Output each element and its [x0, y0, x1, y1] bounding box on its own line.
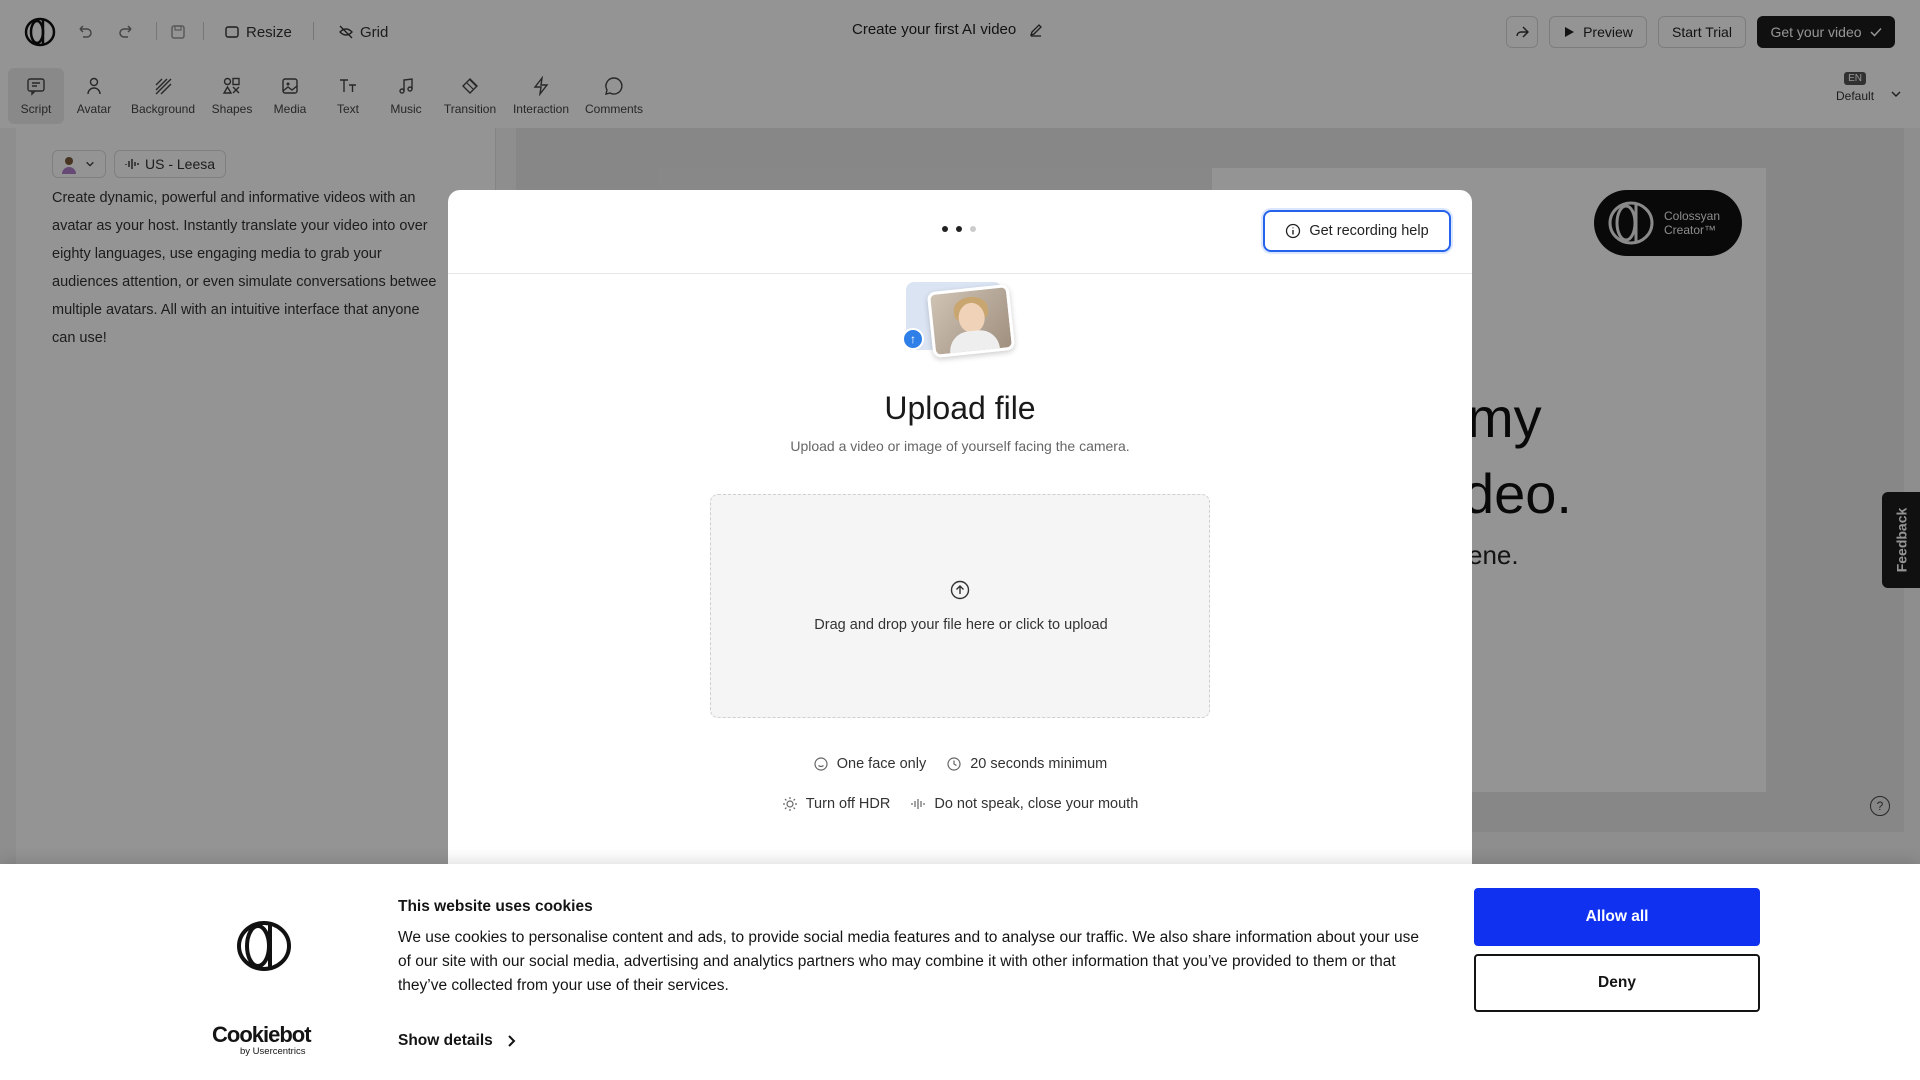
- allow-all-button[interactable]: Allow all: [1474, 888, 1760, 946]
- upload-icon: [950, 580, 970, 600]
- requirements-row: One face only 20 seconds minimum: [448, 756, 1472, 772]
- recording-help-label: Get recording help: [1309, 223, 1429, 239]
- waveform-icon: [911, 799, 925, 809]
- step-dot: [942, 226, 948, 232]
- upload-illustration: ↑: [902, 278, 1016, 359]
- clock-icon: [947, 757, 961, 771]
- upload-modal: Get recording help ↑ Upload file Upload …: [448, 190, 1472, 890]
- requirement-label: Do not speak, close your mouth: [934, 796, 1139, 812]
- modal-subtitle: Upload a video or image of yourself faci…: [790, 438, 1130, 454]
- requirements-row: Turn off HDR Do not speak, close your mo…: [448, 796, 1472, 812]
- step-indicator: [942, 226, 976, 232]
- cookiebot-brand: Cookiebot: [212, 1022, 312, 1047]
- site-logo-icon: [237, 921, 291, 971]
- cookiebot-logo[interactable]: Cookiebot by Usercentrics: [212, 1022, 322, 1058]
- requirement-label: One face only: [836, 756, 927, 772]
- chevron-right-icon: [508, 1035, 516, 1047]
- info-icon: [1286, 223, 1301, 239]
- requirement-item: Do not speak, close your mouth: [910, 796, 1138, 812]
- illustration-body: [948, 328, 1002, 359]
- cookie-banner: Cookiebot by Usercentrics This website u…: [0, 864, 1920, 1080]
- cookie-body: We use cookies to personalise content an…: [398, 929, 1420, 994]
- face-icon: [814, 757, 828, 771]
- requirement-item: Turn off HDR: [782, 796, 891, 812]
- requirement-item: 20 seconds minimum: [946, 756, 1107, 772]
- cookiebot-brand-sub: by Usercentrics: [240, 1046, 306, 1057]
- modal-title: Upload file: [884, 390, 1036, 426]
- step-dot: [970, 226, 976, 232]
- requirement-label: Turn off HDR: [805, 796, 891, 812]
- deny-button[interactable]: Deny: [1474, 954, 1760, 1012]
- dropzone-text: Drag and drop your file here or click to…: [814, 617, 1108, 633]
- upload-dropzone[interactable]: Drag and drop your file here or click to…: [710, 494, 1210, 718]
- show-details-link[interactable]: Show details: [398, 1032, 517, 1050]
- sun-icon: [782, 797, 797, 811]
- recording-help-button[interactable]: Get recording help: [1263, 210, 1451, 252]
- step-dot: [956, 226, 962, 232]
- upload-arrow-icon: ↑: [902, 328, 924, 350]
- illustration-photo: [926, 283, 1016, 359]
- modal-header: Get recording help: [448, 190, 1472, 274]
- requirement-item: One face only: [813, 756, 926, 772]
- requirement-label: 20 seconds minimum: [970, 756, 1108, 772]
- show-details-label: Show details: [398, 1032, 493, 1049]
- cookie-title: This website uses cookies: [398, 898, 593, 915]
